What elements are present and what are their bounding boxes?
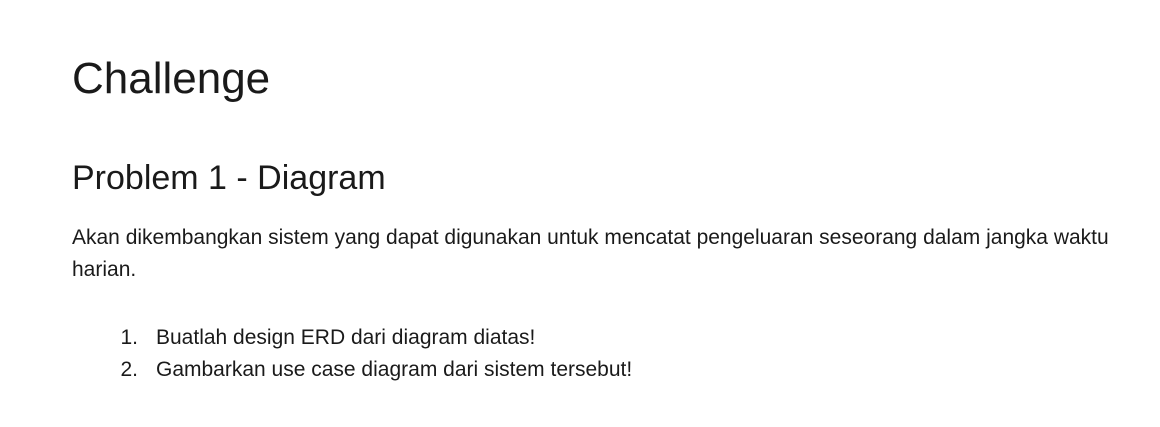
document-title: Challenge: [72, 54, 271, 103]
list-item-number: 1.: [120, 326, 138, 349]
list-item: 2. Gambarkan use case diagram dari siste…: [72, 354, 632, 386]
task-list: 1. Buatlah design ERD dari diagram diata…: [72, 322, 632, 386]
list-item-number: 2.: [120, 358, 138, 381]
list-item-text: Gambarkan use case diagram dari sistem t…: [156, 358, 633, 381]
problem-description: Akan dikembangkan sistem yang dapat digu…: [72, 226, 1109, 281]
section-heading: Problem 1 - Diagram: [72, 159, 386, 197]
list-item-text: Buatlah design ERD dari diagram diatas!: [156, 326, 536, 349]
list-item: 1. Buatlah design ERD dari diagram diata…: [72, 322, 632, 354]
